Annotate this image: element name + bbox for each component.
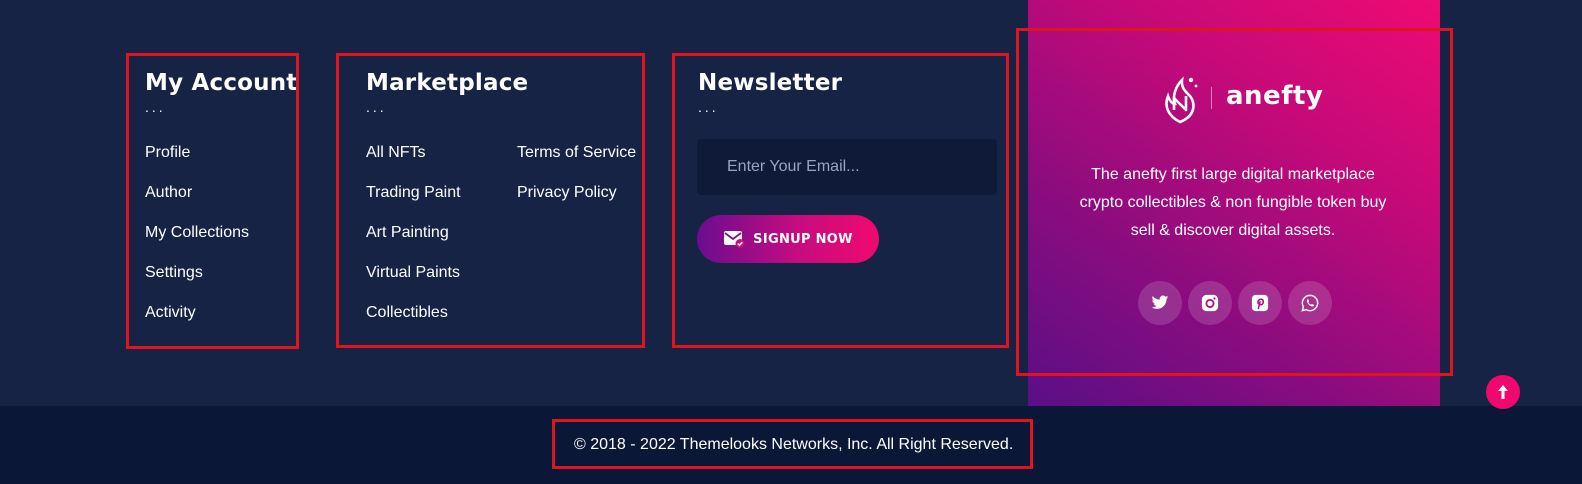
highlight-box-marketplace: [336, 53, 645, 348]
highlight-box-newsletter: [672, 53, 1009, 348]
highlight-box-copyright: [552, 419, 1033, 469]
arrow-up-icon: [1497, 384, 1509, 400]
highlight-box-account: [126, 53, 299, 349]
scroll-to-top-button[interactable]: [1486, 375, 1520, 409]
highlight-box-promo: [1016, 28, 1453, 376]
